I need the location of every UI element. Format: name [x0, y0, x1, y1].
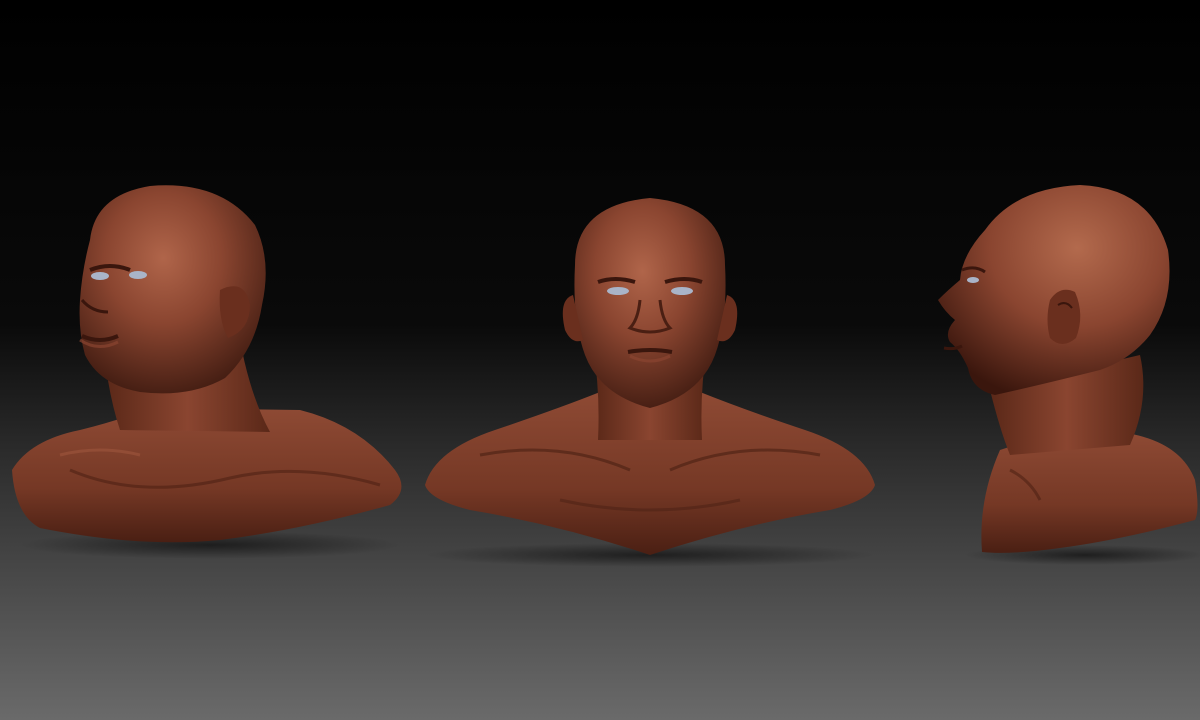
- render-viewport: [0, 0, 1200, 720]
- render-canvas: [0, 0, 1200, 720]
